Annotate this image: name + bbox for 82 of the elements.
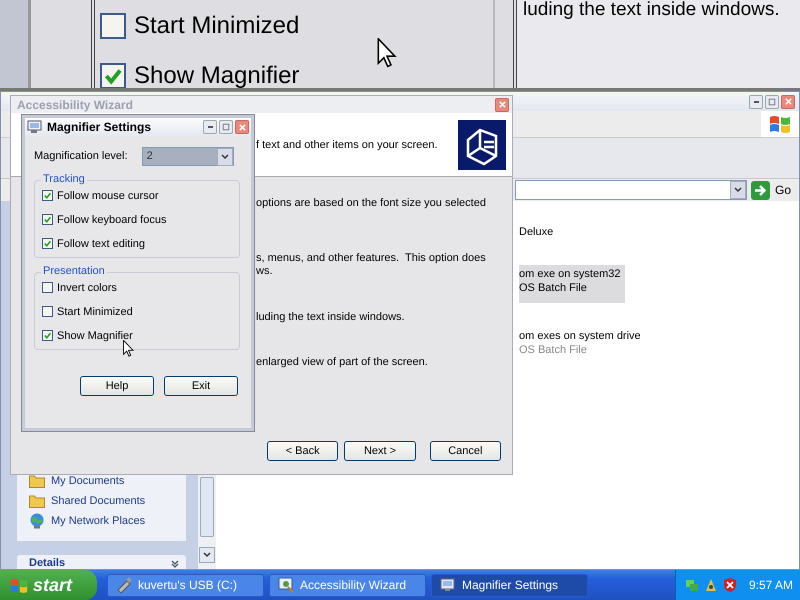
group-title: Presentation xyxy=(41,265,107,277)
window-title: Magnifier Settings xyxy=(47,120,152,134)
checkbox[interactable] xyxy=(100,62,126,88)
checkbox[interactable] xyxy=(42,330,53,341)
windows-flag-icon xyxy=(769,114,791,134)
mouse-cursor-icon xyxy=(123,340,134,357)
magnifier-window-icon xyxy=(27,120,43,134)
checkbox-label: Follow text editing xyxy=(57,238,146,250)
level-dropdown[interactable]: 2 xyxy=(142,146,234,166)
folder-icon xyxy=(29,494,45,508)
minimize-icon xyxy=(208,126,212,128)
group-title: Tracking xyxy=(41,173,87,185)
taskbar-button[interactable]: Accessibility Wizard xyxy=(269,574,426,596)
magnifier-window-icon xyxy=(440,577,456,593)
checkbox-label: Show Magnifier xyxy=(134,62,300,88)
close-icon xyxy=(238,124,246,130)
mouse-cursor-icon xyxy=(377,38,397,68)
close-button[interactable] xyxy=(781,94,795,108)
clock: 9:57 AM xyxy=(749,578,794,592)
shield-icon[interactable] xyxy=(722,577,738,593)
dialog-button[interactable]: Exit xyxy=(164,376,238,396)
taskbar-button[interactable]: kuvertu's USB (C:) xyxy=(107,574,264,596)
checkbox[interactable] xyxy=(42,306,53,317)
wizard-text: enlarged view of part of the screen. xyxy=(256,356,429,369)
globe-icon xyxy=(29,513,45,529)
magnified-text: luding the text inside windows. xyxy=(523,0,780,20)
checkbox-label: Start Minimized xyxy=(134,12,300,39)
place-link[interactable]: Shared Documents xyxy=(29,493,176,509)
accessibility-icon xyxy=(458,120,506,170)
close-button[interactable] xyxy=(495,98,509,112)
scroll-down-button[interactable] xyxy=(199,547,215,563)
checkbox[interactable] xyxy=(42,214,53,225)
header-text: f text and other items on your screen. xyxy=(256,138,438,150)
go-button[interactable]: Go xyxy=(750,180,791,200)
checkbox-label: Start Minimized xyxy=(57,306,133,318)
checkbox-label: Invert colors xyxy=(57,282,117,294)
checkbox[interactable] xyxy=(42,238,53,249)
usb-drive-icon xyxy=(116,577,132,593)
scrollbar[interactable] xyxy=(198,477,216,569)
wizard-text: s, menus, and other features. This option does ws. xyxy=(256,252,487,278)
checkbox-label: Show Magnifier xyxy=(57,330,133,342)
chevron-down-icon[interactable] xyxy=(170,559,180,569)
chevron-down-icon xyxy=(220,154,229,160)
wizard-text: options are based on the font size you selected xyxy=(256,197,487,210)
maximize-button[interactable] xyxy=(219,120,233,134)
checkbox[interactable] xyxy=(42,282,53,293)
checkbox-label: Follow mouse cursor xyxy=(57,190,158,202)
close-icon xyxy=(784,98,792,105)
close-icon xyxy=(498,101,506,108)
checkbox[interactable] xyxy=(42,190,53,201)
wizard-icon xyxy=(278,577,294,593)
details-title: Details xyxy=(29,557,66,569)
maximize-icon xyxy=(768,98,776,106)
windows-flag-icon xyxy=(10,576,28,594)
checkbox-label: Follow keyboard focus xyxy=(57,214,166,226)
chevron-down-icon xyxy=(203,552,211,558)
scroll-thumb[interactable] xyxy=(200,477,214,537)
dialog-button[interactable]: Help xyxy=(80,376,154,396)
file-item[interactable]: Deluxe xyxy=(519,223,641,241)
wizard-button[interactable]: Cancel xyxy=(430,441,501,461)
maximize-button[interactable] xyxy=(765,94,779,108)
checkbox[interactable] xyxy=(100,12,126,38)
window-title: Accessibility Wizard xyxy=(17,98,133,112)
maximize-icon xyxy=(222,123,230,131)
wizard-button[interactable]: < Back xyxy=(267,441,338,461)
wizard-text: luding the text inside windows. xyxy=(256,311,406,324)
dropdown-button[interactable] xyxy=(730,181,746,199)
field-label: Magnification level: xyxy=(34,150,128,162)
minimize-icon xyxy=(754,100,758,102)
details-header[interactable]: Details xyxy=(17,555,186,569)
minimize-button[interactable] xyxy=(749,94,763,108)
chevron-down-icon xyxy=(734,187,742,193)
place-link[interactable]: My Documents xyxy=(29,473,176,489)
address-field[interactable] xyxy=(515,180,747,200)
file-item[interactable]: om exes on system drive OS Batch File xyxy=(519,327,641,359)
close-button[interactable] xyxy=(235,120,249,134)
place-link[interactable]: My Network Places xyxy=(29,513,176,529)
wizard-button[interactable]: Next > xyxy=(344,441,416,461)
taskbar-button[interactable]: Magnifier Settings xyxy=(431,574,588,596)
minimize-button[interactable] xyxy=(203,120,217,134)
tray-app-icon[interactable] xyxy=(703,577,719,593)
file-item[interactable]: om exe on system32 OS Batch File xyxy=(519,265,624,303)
